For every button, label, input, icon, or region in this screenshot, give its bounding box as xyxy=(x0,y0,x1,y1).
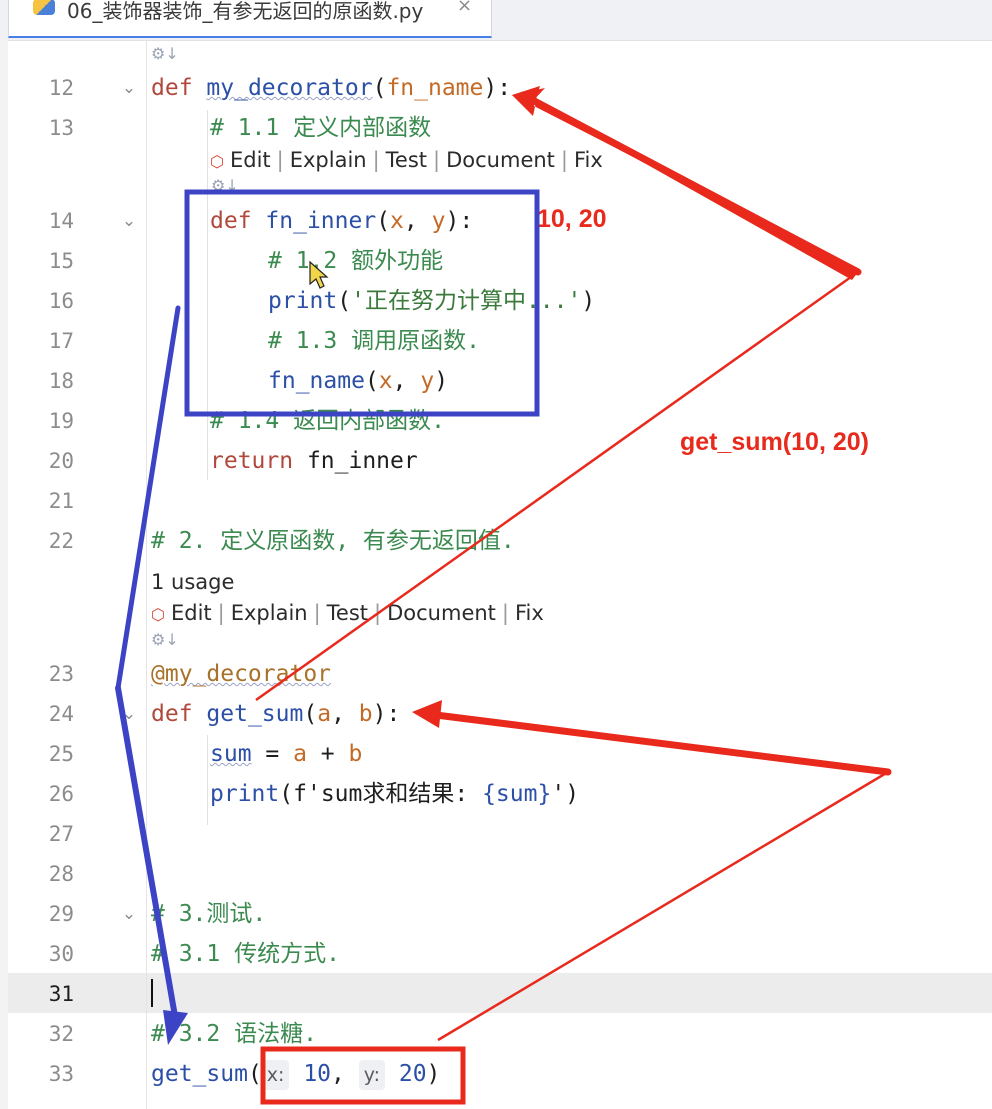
mouse-cursor-icon xyxy=(309,260,329,289)
annotation-overlay xyxy=(115,86,892,1105)
call-args-highlight-box xyxy=(260,1046,466,1105)
arrow-to-call xyxy=(163,1010,188,1045)
fn-inner-highlight-box xyxy=(184,189,540,417)
arrow-to-get-sum xyxy=(412,700,442,728)
